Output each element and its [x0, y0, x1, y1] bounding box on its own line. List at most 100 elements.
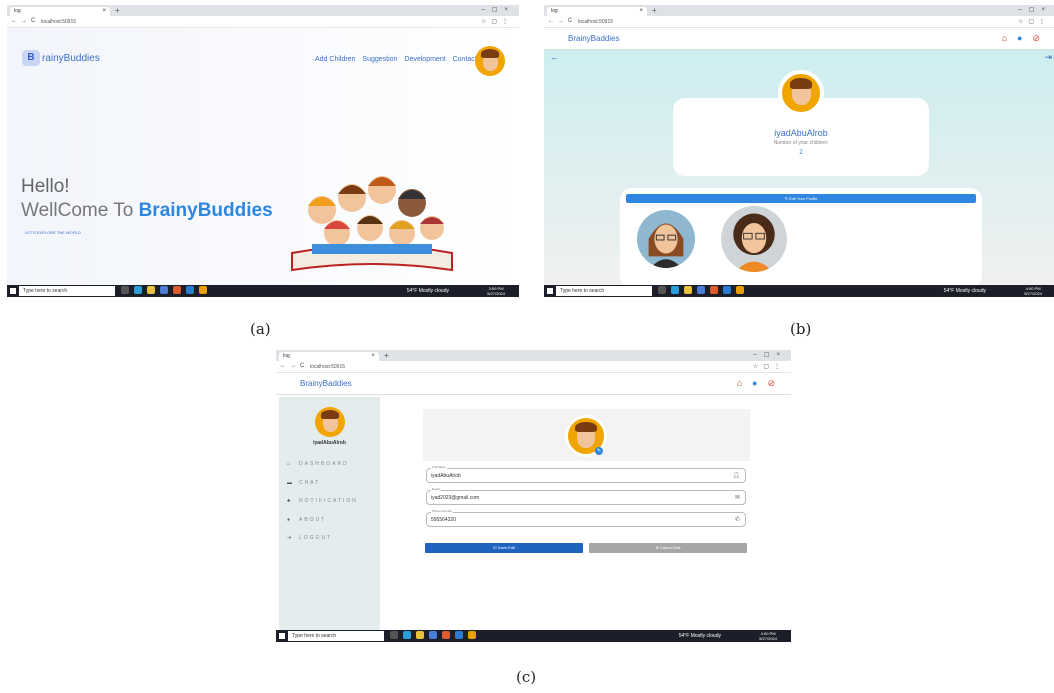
sidebar: iyadAbuAlrob ⌂ DASHBOARD ▬ CHAT ♣ NOTIFICAT…: [279, 397, 380, 630]
windows-start-icon[interactable]: [279, 633, 285, 639]
new-tab-icon[interactable]: +: [384, 351, 389, 360]
weather-widget[interactable]: 54°F Mostly cloudy: [407, 288, 449, 294]
address-bar[interactable]: ←→C localhost:50915 ☆▢⋮: [7, 16, 519, 28]
windows-start-icon[interactable]: [547, 288, 553, 294]
browser-extension-icons[interactable]: ☆▢⋮: [1018, 18, 1050, 25]
exit-icon[interactable]: ⇥: [1044, 52, 1052, 63]
app-icon[interactable]: [442, 631, 450, 639]
new-tab-icon[interactable]: +: [115, 6, 120, 15]
save-edit-button[interactable]: ☑ Save Edit: [425, 543, 583, 553]
logout-icon[interactable]: ⊘: [1032, 33, 1050, 43]
child-avatar-1[interactable]: [637, 210, 695, 268]
browser-tab[interactable]: log ×: [547, 7, 647, 16]
url-text[interactable]: localhost:50915: [578, 19, 613, 25]
children-illustration: [291, 176, 453, 272]
sidebar-item-logout[interactable]: ⇥ LOGOUT: [287, 535, 332, 541]
taskbar-search-input[interactable]: Type here to search: [19, 286, 115, 296]
windows-start-icon[interactable]: [10, 288, 16, 294]
email-value[interactable]: iyad2023@gmail.com: [431, 495, 479, 501]
window-controls[interactable]: –▢×: [1018, 6, 1052, 13]
phone-field[interactable]: Phone Number 595564320 ✆: [426, 509, 746, 527]
window-controls[interactable]: –▢×: [481, 6, 515, 13]
browser-tab[interactable]: log ×: [10, 7, 110, 16]
taskbar-clock[interactable]: 4:00 PM 5/27/2024: [1024, 286, 1042, 296]
cancel-edit-button[interactable]: ⊗ Cancel Edit: [589, 543, 747, 553]
nav-add-children[interactable]: Add Children: [315, 56, 355, 63]
new-tab-icon[interactable]: +: [652, 6, 657, 15]
phone-value[interactable]: 595564320: [431, 517, 456, 523]
edit-avatar-icon[interactable]: ✎: [595, 447, 603, 455]
address-bar[interactable]: ←→C localhost:50915 ☆▢⋮: [544, 16, 1054, 28]
full-name-value[interactable]: iyadAbuAlrob: [431, 473, 461, 479]
store-icon[interactable]: [160, 286, 168, 294]
browser-extension-icons[interactable]: ☆▢⋮: [481, 18, 513, 25]
screenshot-b-profile: log × + –▢× ←→C localhost:50915 ☆▢⋮ Brai…: [544, 5, 1054, 297]
nav-contact[interactable]: Contact: [453, 56, 477, 63]
sidebar-item-label: ABOUT: [299, 517, 327, 523]
chrome-icon[interactable]: [736, 286, 744, 294]
window-controls[interactable]: –▢×: [753, 351, 787, 358]
sidebar-item-notification[interactable]: ♣ NOTIFICATION: [287, 498, 358, 504]
taskbar-search-input[interactable]: Type here to search: [556, 286, 652, 296]
close-tab-icon[interactable]: ×: [371, 353, 375, 359]
edge-icon[interactable]: [671, 286, 679, 294]
nav-arrows-icon[interactable]: ←→C: [548, 18, 576, 24]
taskview-icon[interactable]: [390, 631, 398, 639]
back-arrow-icon[interactable]: ←: [550, 52, 559, 62]
app-brand[interactable]: BrainyBaddies: [300, 379, 352, 388]
email-field[interactable]: Email iyad2023@gmail.com ✉: [426, 487, 746, 505]
chrome-icon[interactable]: [468, 631, 476, 639]
address-bar[interactable]: ←→C localhost:50915 ☆▢⋮: [276, 361, 791, 373]
sidebar-item-about[interactable]: ● ABOUT: [287, 517, 326, 523]
taskview-icon[interactable]: [121, 286, 129, 294]
weather-widget[interactable]: 54°F Mostly cloudy: [944, 288, 986, 294]
edge-icon[interactable]: [134, 286, 142, 294]
app-icon[interactable]: [710, 286, 718, 294]
nav-suggestion[interactable]: Suggestion: [362, 56, 397, 63]
vscode-icon[interactable]: [186, 286, 194, 294]
sidebar-item-dashboard[interactable]: ⌂ DASHBOARD: [287, 461, 349, 467]
home-icon[interactable]: ⌂: [737, 378, 752, 388]
url-text[interactable]: localhost:50915: [41, 19, 76, 25]
app-brand[interactable]: BrainyBaddies: [568, 34, 620, 43]
files-icon[interactable]: [147, 286, 155, 294]
phone-icon: ✆: [734, 517, 740, 523]
account-icon[interactable]: ●: [1017, 33, 1032, 43]
store-icon[interactable]: [429, 631, 437, 639]
full-name-field[interactable]: Full Name iyadAbuAlrob 👤︎: [426, 465, 746, 483]
browser-tab[interactable]: log ×: [279, 352, 379, 361]
cancel-icon: ⊗: [655, 545, 659, 550]
taskbar-search-input[interactable]: Type here to search: [288, 631, 384, 641]
taskbar-clock[interactable]: 3:59 PM 5/27/2024: [487, 286, 505, 296]
nav-arrows-icon[interactable]: ←→C: [280, 363, 308, 369]
close-tab-icon[interactable]: ×: [639, 8, 643, 14]
files-icon[interactable]: [684, 286, 692, 294]
profile-banner: ✎: [423, 409, 750, 461]
edge-icon[interactable]: [403, 631, 411, 639]
child-avatar-2[interactable]: [721, 206, 787, 272]
logo-icon[interactable]: B: [22, 50, 40, 66]
hero-welcome-prefix: WellCome To: [21, 200, 134, 221]
logout-icon[interactable]: ⊘: [767, 378, 785, 388]
taskview-icon[interactable]: [658, 286, 666, 294]
url-text[interactable]: localhost:50915: [310, 364, 345, 370]
nav-arrows-icon[interactable]: ←→C: [11, 18, 39, 24]
edit-profile-button[interactable]: ✎ Edit Your Profile: [626, 194, 976, 203]
nav-development[interactable]: Development: [404, 56, 445, 63]
home-icon[interactable]: ⌂: [1002, 33, 1017, 43]
app-icon[interactable]: [173, 286, 181, 294]
user-avatar[interactable]: [475, 46, 505, 76]
caption-b: (b): [790, 320, 812, 338]
close-tab-icon[interactable]: ×: [102, 8, 106, 14]
vscode-icon[interactable]: [723, 286, 731, 294]
sidebar-item-chat[interactable]: ▬ CHAT: [287, 480, 320, 486]
weather-widget[interactable]: 54°F Mostly cloudy: [679, 633, 721, 639]
chrome-icon[interactable]: [199, 286, 207, 294]
store-icon[interactable]: [697, 286, 705, 294]
browser-extension-icons[interactable]: ☆▢⋮: [753, 363, 785, 370]
taskbar-clock[interactable]: 4:00 PM 5/27/2024: [759, 631, 777, 641]
files-icon[interactable]: [416, 631, 424, 639]
vscode-icon[interactable]: [455, 631, 463, 639]
account-icon[interactable]: ●: [752, 378, 767, 388]
logo-text[interactable]: rainyBuddies: [42, 53, 100, 64]
